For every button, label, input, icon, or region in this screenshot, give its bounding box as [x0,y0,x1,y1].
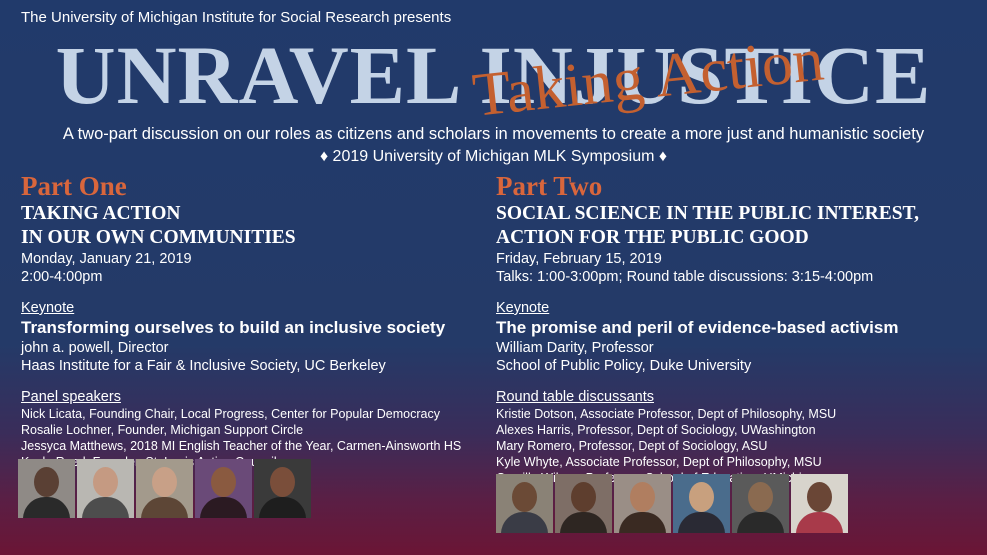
part-one-heading: Part One [21,171,127,201]
list-item: Alexes Harris, Professor, Dept of Sociol… [496,423,816,437]
speaker-photo [254,459,311,518]
part-one-column: Part One Taking Action in Our Own Commun… [21,170,491,470]
part-one-title-line2: in Our Own Communities [21,227,296,248]
part-two-title-line1: Social Science in the Public Interest, [496,203,919,224]
speaker-photo [673,474,730,533]
list-item: Rosalie Lochner, Founder, Michigan Suppo… [21,423,304,437]
speaker-photo [195,459,252,518]
part-two-column: Part Two Social Science in the Public In… [496,170,976,486]
speaker-photo [18,459,75,518]
part-two-title-line2: Action for the Public Good [496,227,809,248]
part-two-heading: Part Two [496,171,603,201]
presenter-line: The University of Michigan Institute for… [21,9,452,26]
part-two-keynote-label: Keynote [496,300,550,316]
speaker-photo [732,474,789,533]
part-one-title-line1: Taking Action [21,203,181,224]
part-one-date: Monday, January 21, 2019 [21,251,192,267]
speaker-photo [614,474,671,533]
part-two-date: Friday, February 15, 2019 [496,251,662,267]
part-two-keynote-affiliation: School of Public Policy, Duke University [496,358,752,374]
part-two-time: Talks: 1:00-3:00pm; Round table discussi… [496,269,874,285]
speaker-photo [791,474,848,533]
speaker-photo [496,474,553,533]
list-item: Kyle Whyte, Associate Professor, Dept of… [496,455,822,469]
event-tagline: A two-part discussion on our roles as ci… [62,125,925,143]
list-item: Jessyca Matthews, 2018 MI English Teache… [21,439,462,453]
round-table-label: Round table discussants [496,389,654,405]
part-one-keynote-title: Transforming ourselves to build an inclu… [21,318,446,337]
discussant-photos [496,474,848,533]
panel-speakers-label: Panel speakers [21,389,121,405]
part-one-time: 2:00-4:00pm [21,269,103,285]
part-one-keynote-affiliation: Haas Institute for a Fair & Inclusive So… [21,358,386,374]
speaker-photo [77,459,134,518]
list-item: Nick Licata, Founding Chair, Local Progr… [21,407,440,421]
speaker-photo [555,474,612,533]
list-item: Kristie Dotson, Associate Professor, Dep… [496,407,837,421]
speaker-photo [136,459,193,518]
panel-photos [18,459,311,518]
part-two-keynote-speaker: William Darity, Professor [496,340,654,356]
part-one-keynote-speaker: john a. powell, Director [21,340,169,356]
symposium-line: ♦ 2019 University of Michigan MLK Sympos… [319,148,668,165]
list-item: Mary Romero, Professor, Dept of Sociolog… [496,439,768,453]
part-one-keynote-label: Keynote [21,300,75,316]
part-two-keynote-title: The promise and peril of evidence-based … [496,318,899,337]
